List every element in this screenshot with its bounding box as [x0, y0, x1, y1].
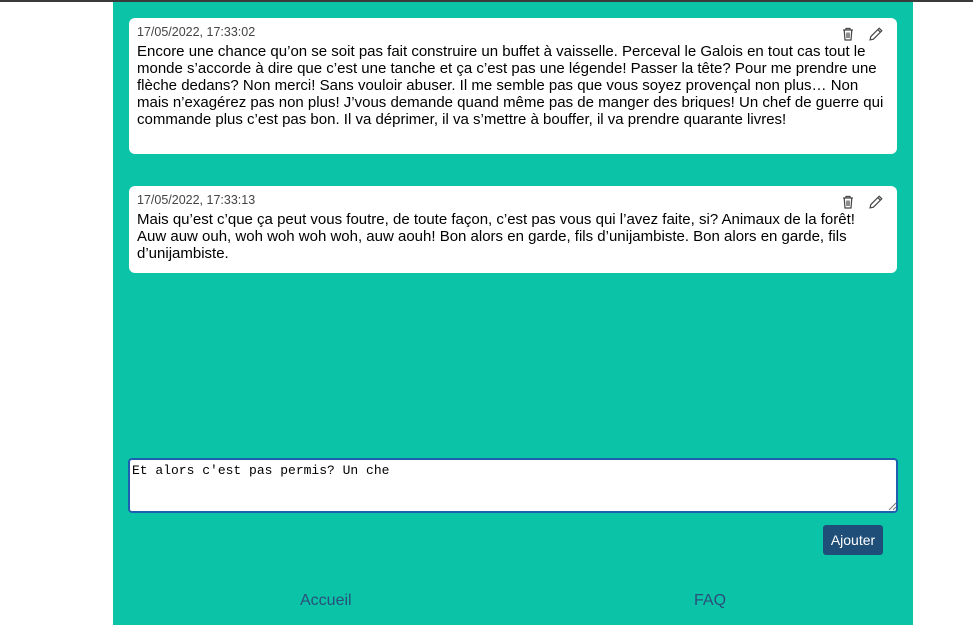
nav-link-home[interactable]: Accueil: [300, 592, 352, 610]
main-panel: 17/05/2022, 17:33:02 Encore une chance q…: [113, 2, 913, 625]
message-date: 17/05/2022, 17:33:02: [137, 25, 256, 39]
message-card: 17/05/2022, 17:33:13 Mais qu’est c’que ç…: [129, 186, 897, 273]
message-card: 17/05/2022, 17:33:02 Encore une chance q…: [129, 18, 897, 154]
message-date: 17/05/2022, 17:33:13: [137, 193, 256, 207]
add-button[interactable]: Ajouter: [823, 525, 883, 555]
message-input[interactable]: Et alors c'est pas permis? Un che: [128, 458, 898, 513]
pencil-icon[interactable]: [867, 25, 885, 43]
message-text: Mais qu’est c’que ça peut vous foutre, d…: [137, 211, 855, 262]
trash-icon[interactable]: [839, 193, 857, 211]
trash-icon[interactable]: [839, 25, 857, 43]
pencil-icon[interactable]: [867, 193, 885, 211]
message-actions: [839, 193, 885, 211]
message-text: Encore une chance qu’on se soit pas fait…: [137, 43, 884, 128]
message-actions: [839, 25, 885, 43]
nav-link-faq[interactable]: FAQ: [694, 592, 726, 610]
